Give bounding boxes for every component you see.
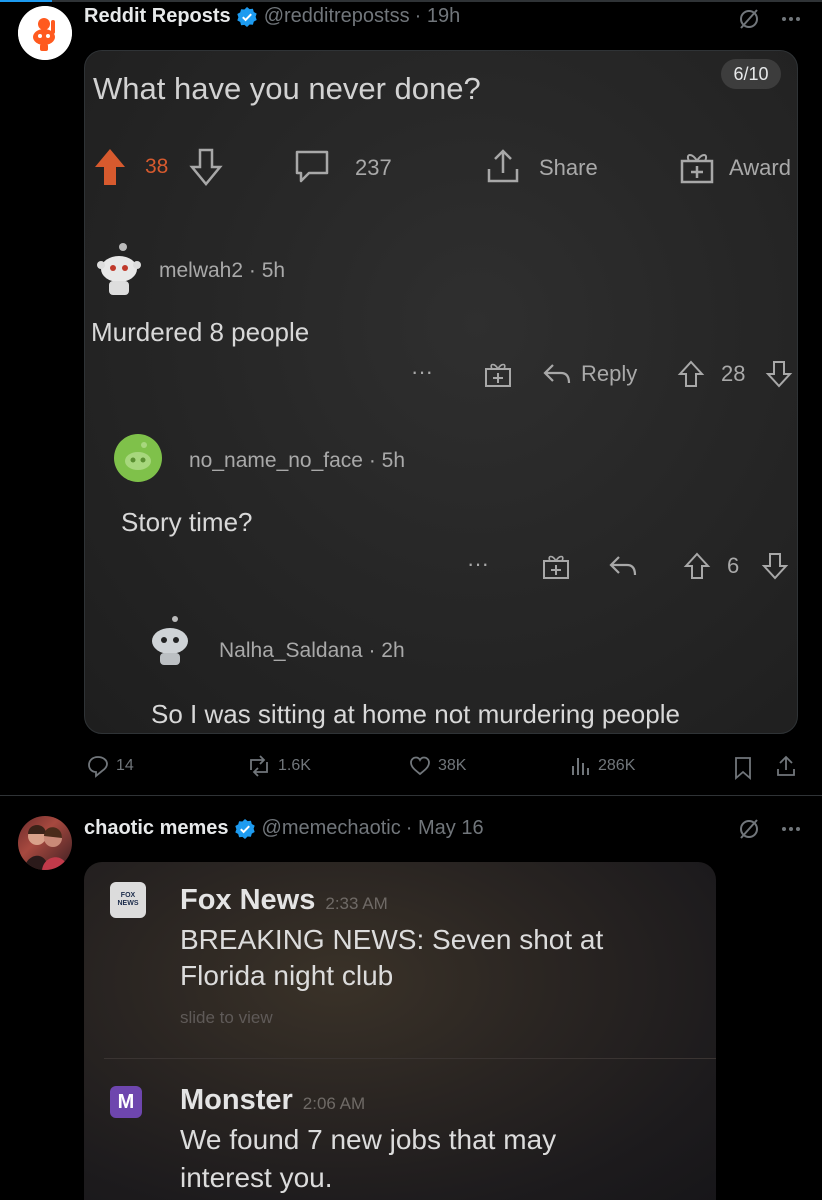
- reply-icon: [88, 756, 108, 778]
- comment-time: · 2h: [368, 639, 405, 662]
- repost-stat[interactable]: 1.6K: [246, 754, 311, 778]
- notification-body-line-2: Florida night club: [180, 960, 394, 991]
- repost-count: 1.6K: [278, 757, 311, 774]
- more-icon[interactable]: [780, 818, 802, 840]
- tweet-tools: [738, 818, 802, 840]
- award-icon: [485, 363, 511, 387]
- comment-author-line: melwah2 · 5h: [159, 259, 285, 283]
- downvote-icon: [761, 553, 789, 580]
- grok-icon[interactable]: [738, 8, 760, 30]
- comment-text: So I was sitting at home not murdering p…: [151, 699, 680, 729]
- comment-author: melwah2: [159, 259, 244, 282]
- notification-separator: [104, 1058, 716, 1059]
- tweet-tools: [738, 8, 802, 30]
- timestamp[interactable]: · May 16: [406, 817, 484, 840]
- image-counter: 6/10: [721, 59, 781, 89]
- downvote-icon: [765, 361, 793, 388]
- avatar[interactable]: [18, 816, 72, 870]
- handle[interactable]: @redditrepostss: [264, 5, 410, 28]
- reply-icon: [543, 364, 571, 384]
- reply-label: Reply: [581, 361, 638, 386]
- comment-author: Nalha_Saldana: [219, 639, 363, 662]
- share-icon: [487, 149, 519, 183]
- comment-text: Story time?: [121, 507, 253, 537]
- tweet-reddit-reposts[interactable]: Reddit Reposts @redditrepostss · 19h 6/1…: [0, 0, 822, 796]
- like-icon: [410, 756, 430, 776]
- upvote-icon: [677, 360, 705, 387]
- comment-time: · 5h: [368, 449, 406, 472]
- share-icon[interactable]: [774, 754, 798, 778]
- reply-count: 14: [116, 757, 134, 774]
- notifications-screenshot-card[interactable]: FOX NEWS Fox News 2:33 AM BREAKING NEWS: …: [84, 862, 716, 1200]
- notification-title-line: Monster 2:06 AM: [180, 1084, 365, 1117]
- upvote-icon: [95, 149, 125, 185]
- monster-app-icon: M: [110, 1086, 142, 1118]
- views-icon: [572, 758, 589, 775]
- repost-icon: [250, 755, 268, 777]
- comment-count: 237: [355, 155, 392, 180]
- notification-time: 2:06 AM: [302, 1094, 366, 1113]
- downvote-icon: [189, 148, 223, 186]
- like-stat[interactable]: 38K: [408, 754, 466, 778]
- timestamp[interactable]: · 19h: [415, 5, 461, 28]
- snoo-avatar-icon: [152, 616, 188, 665]
- avatar[interactable]: [18, 6, 72, 60]
- notification-app-name: Monster: [180, 1084, 293, 1116]
- verified-badge-icon: [234, 818, 255, 839]
- display-name[interactable]: chaotic memes: [84, 817, 229, 840]
- comment-icon: [295, 150, 329, 183]
- fox-news-app-icon: FOX NEWS: [110, 882, 146, 918]
- reply-icon: [609, 556, 637, 576]
- views-stat[interactable]: 286K: [570, 754, 635, 778]
- upvote-icon: [683, 552, 711, 579]
- comment-more: ···: [411, 359, 433, 384]
- share-label: Share: [539, 155, 598, 180]
- reply-stat[interactable]: 14: [86, 754, 134, 778]
- views-count: 286K: [598, 757, 636, 774]
- notification-body-line-2: interest you.: [180, 1162, 333, 1193]
- tweet-header: Reddit Reposts @redditrepostss · 19h: [84, 5, 460, 28]
- tweet-header: chaotic memes @memechaotic · May 16: [84, 817, 484, 840]
- comment-text: Murdered 8 people: [91, 317, 310, 347]
- notification-app-name: Fox News: [180, 884, 316, 916]
- fox-news-icon-text: FOX NEWS: [117, 892, 139, 907]
- reddit-logo-icon: [18, 6, 72, 60]
- bookmark-icon[interactable]: [732, 756, 754, 780]
- notification-title-line: Fox News 2:33 AM: [180, 884, 388, 917]
- notification-body-line-1: We found 7 new jobs that may: [180, 1124, 557, 1155]
- reddit-screenshot-card[interactable]: 6/10 What have you never done? 38 237 Sh…: [84, 50, 798, 734]
- monster-icon-text: M: [117, 1090, 135, 1113]
- comment-votes: 28: [721, 361, 746, 386]
- snoo-avatar-icon: [114, 434, 162, 482]
- comment-author: no_name_no_face: [189, 449, 363, 472]
- comment-votes: 6: [727, 553, 740, 578]
- comment-time: · 5h: [248, 259, 286, 282]
- more-icon[interactable]: [780, 8, 802, 30]
- verified-badge-icon: [236, 6, 257, 27]
- comment-author-line: Nalha_Saldana · 2h: [219, 639, 405, 663]
- award-icon: [543, 555, 569, 579]
- display-name[interactable]: Reddit Reposts: [84, 5, 231, 28]
- post-votes: 38: [145, 155, 169, 178]
- grok-icon[interactable]: [738, 818, 760, 840]
- award-icon: [680, 154, 714, 184]
- snoo-avatar-icon: [97, 243, 141, 295]
- notification-hint: slide to view: [180, 1008, 273, 1027]
- post-title: What have you never done?: [93, 71, 481, 106]
- comment-more: ···: [467, 551, 489, 576]
- avatar-image-icon: [24, 825, 68, 870]
- award-label: Award: [729, 155, 791, 180]
- notification-body-line-1: BREAKING NEWS: Seven shot at: [180, 924, 604, 955]
- notification-time: 2:33 AM: [325, 894, 388, 913]
- handle[interactable]: @memechaotic: [262, 817, 401, 840]
- comment-author-line: no_name_no_face · 5h: [189, 449, 405, 473]
- like-count: 38K: [438, 757, 467, 774]
